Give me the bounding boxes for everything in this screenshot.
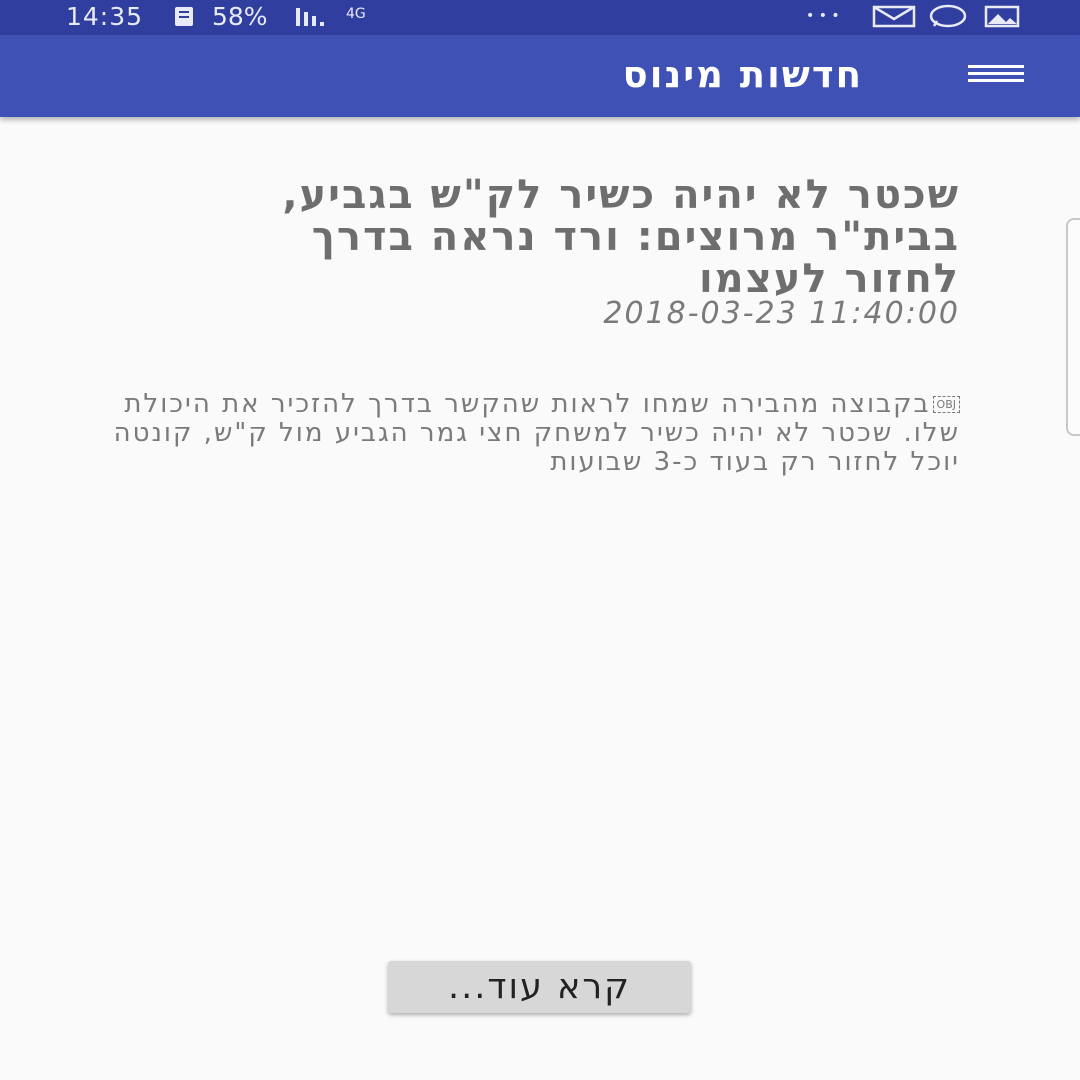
gmail-icon xyxy=(872,4,916,36)
app-bar: חדשות מינוס xyxy=(0,35,1080,117)
gallery-icon xyxy=(984,4,1020,36)
object-placeholder-icon: OBJ xyxy=(932,396,960,413)
article-summary: OBJבקבוצה מהבירה שמחו לראות שהקשר בדרך ל… xyxy=(110,390,960,477)
article-date: 2018-03-23 11:40:00 xyxy=(603,296,960,331)
article-summary-text: בקבוצה מהבירה שמחו לראות שהקשר בדרך להזכ… xyxy=(113,389,960,477)
whatsapp-icon xyxy=(928,4,968,36)
status-time: 14:35 xyxy=(66,2,144,31)
battery-percent: 58% xyxy=(212,2,268,31)
article-title[interactable]: שכטר לא יהיה כשיר לק"ש בגביע, בבית"ר מרו… xyxy=(240,174,960,300)
more-dots-icon: • • • xyxy=(806,8,840,24)
edge-panel-handle[interactable] xyxy=(1066,218,1080,436)
read-more-button[interactable]: קרא עוד... xyxy=(388,961,691,1013)
signal-icon xyxy=(294,4,330,36)
app-title: חדשות מינוס xyxy=(622,53,863,96)
network-4g-icon: 4G xyxy=(346,6,366,22)
status-bar: 14:35 58% 4G • • • xyxy=(0,0,1080,35)
clipboard-icon xyxy=(172,4,196,36)
menu-button[interactable] xyxy=(962,57,1030,97)
